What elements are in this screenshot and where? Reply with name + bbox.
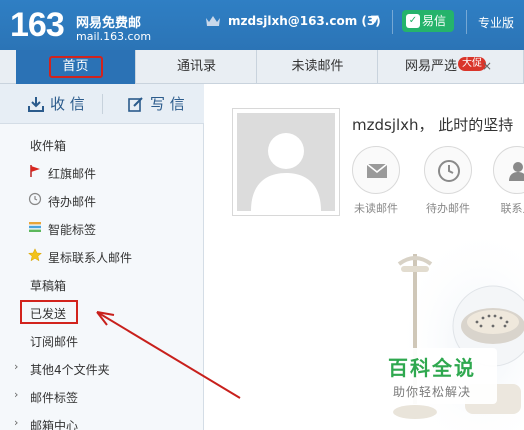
tab-unread[interactable]: 未读邮件	[258, 50, 378, 84]
divider	[392, 10, 393, 34]
close-icon[interactable]: ×	[482, 59, 492, 73]
folder-starred-contacts[interactable]: 星标联系人邮件	[0, 242, 204, 270]
write-button[interactable]: 写 信	[128, 84, 185, 124]
annotation-highlight-box	[20, 300, 78, 324]
top-header: 163 网易免费邮 mail.163.com mzdsjlxh@163.com …	[0, 0, 524, 50]
star-icon	[28, 248, 42, 262]
default-avatar-icon	[237, 113, 335, 211]
watermark: 百科全说 助你轻松解决	[367, 348, 497, 404]
tab-bar: 首页 通讯录 未读邮件 网易严选	[0, 50, 524, 84]
folder-mail-tags[interactable]: › 邮件标签	[0, 382, 204, 410]
yixin-button[interactable]: ✓ 易信	[402, 10, 454, 32]
chevron-right-icon: ›	[14, 416, 19, 429]
folder-drafts[interactable]: 草稿箱	[0, 270, 204, 298]
divider	[466, 10, 467, 34]
chevron-down-icon[interactable]: ▼	[371, 14, 379, 25]
clock-icon	[438, 160, 460, 182]
annotation-highlight-box	[49, 56, 103, 78]
download-icon	[28, 97, 44, 112]
folder-smart-tags[interactable]: 智能标签	[0, 214, 204, 242]
folder-flagged[interactable]: 红旗邮件	[0, 158, 204, 186]
quick-todo[interactable]: 待办邮件	[423, 146, 473, 216]
quick-unread[interactable]: 未读邮件	[351, 146, 401, 216]
avatar[interactable]	[232, 108, 340, 216]
crown-icon	[206, 16, 220, 26]
chevron-right-icon: ›	[14, 388, 19, 401]
folder-subscriptions[interactable]: 订阅邮件	[0, 326, 204, 354]
contacts-icon	[509, 162, 524, 181]
greeting-text: mzdsjlxh， 此时的坚持	[352, 116, 514, 134]
edit-icon	[128, 97, 143, 112]
red-flag-icon	[30, 165, 40, 177]
divider	[102, 94, 103, 114]
chevron-right-icon: ›	[14, 360, 19, 373]
quick-contacts[interactable]: 联系人	[492, 146, 524, 216]
account-email[interactable]: mzdsjlxh@163.com (3)	[228, 14, 381, 28]
pro-version-link[interactable]: 专业版	[478, 14, 514, 31]
tab-yanxuan[interactable]: 网易严选	[379, 50, 524, 84]
folder-todo[interactable]: 待办邮件	[0, 186, 204, 214]
logo-number[interactable]: 163	[10, 6, 65, 45]
logo-url: mail.163.com	[76, 30, 152, 43]
folder-mail-center[interactable]: › 邮箱中心	[0, 410, 204, 430]
tab-contacts[interactable]: 通讯录	[137, 50, 257, 84]
tag-stripes-icon	[29, 222, 41, 232]
yixin-icon: ✓	[406, 14, 420, 28]
clock-icon	[28, 192, 42, 206]
folder-other[interactable]: › 其他4个文件夹	[0, 354, 204, 382]
receive-button[interactable]: 收 信	[28, 84, 85, 124]
sidebar: 收 信 写 信 收件箱 红旗邮件 待办邮件 智能标签 星标联系人邮件 草稿箱 已…	[0, 84, 204, 430]
folder-inbox[interactable]: 收件箱	[0, 130, 204, 158]
envelope-icon	[366, 163, 388, 178]
logo-text: 网易免费邮	[76, 16, 142, 31]
compose-actions: 收 信 写 信	[0, 84, 204, 124]
